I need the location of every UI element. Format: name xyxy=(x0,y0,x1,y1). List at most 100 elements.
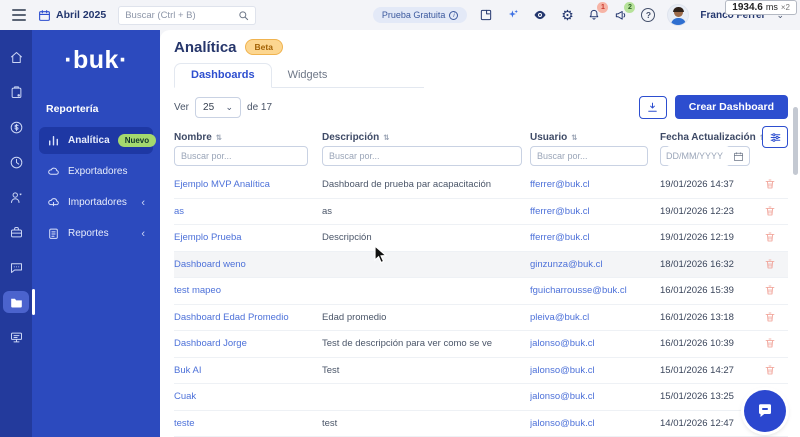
row-usuario[interactable]: pleiva@buk.cl xyxy=(530,312,660,323)
row-nombre[interactable]: Buk AI xyxy=(174,365,322,376)
table-row[interactable]: Dashboard Edad Promedio Edad promedio pl… xyxy=(174,305,788,331)
row-usuario[interactable]: fferrer@buk.cl xyxy=(530,232,660,243)
period-selector[interactable]: Abril 2025 xyxy=(38,9,106,22)
table-row[interactable]: test mapeo fguicharrousse@buk.cl 16/01/2… xyxy=(174,278,788,305)
table-row[interactable]: Ejemplo MVP Analítica Dashboard de prueb… xyxy=(174,172,788,199)
table-row[interactable]: Cuak jalonso@buk.cl 15/01/2026 13:25 xyxy=(174,384,788,411)
table-row[interactable]: Ejemplo Prueba Descripción fferrer@buk.c… xyxy=(174,225,788,252)
trash-icon xyxy=(765,338,774,348)
sliders-icon xyxy=(770,132,780,142)
scrollbar-thumb[interactable] xyxy=(793,107,798,175)
files-folder-icon[interactable] xyxy=(3,289,35,315)
delete-row-button[interactable] xyxy=(764,311,777,324)
delete-row-button[interactable] xyxy=(764,284,777,297)
row-usuario[interactable]: jalonso@buk.cl xyxy=(530,418,660,429)
filter-descripcion-input[interactable] xyxy=(322,146,522,166)
table-row[interactable]: Dashboard Jorge Test de descripción para… xyxy=(174,331,788,358)
column-header-fecha[interactable]: Fecha Actualización ⇅ xyxy=(660,132,766,143)
column-settings-button[interactable] xyxy=(762,126,788,148)
row-nombre[interactable]: test mapeo xyxy=(174,285,322,296)
trash-icon xyxy=(765,232,774,242)
table-row[interactable]: teste test jalonso@buk.cl 14/01/2026 12:… xyxy=(174,411,788,437)
delete-row-button[interactable] xyxy=(764,231,777,244)
column-header-descripcion[interactable]: Descripción ⇅ xyxy=(322,132,530,143)
row-descripcion: Edad promedio xyxy=(322,311,387,323)
chat-fab-button[interactable] xyxy=(744,390,786,432)
delete-row-button[interactable] xyxy=(764,337,777,350)
communication-chat-icon[interactable] xyxy=(3,256,29,278)
visibility-eye-icon[interactable] xyxy=(532,7,548,23)
table-row[interactable]: Buk AI Test jalonso@buk.cl 15/01/2026 14… xyxy=(174,358,788,384)
sidebar-item-exportadores[interactable]: Exportadores xyxy=(39,158,153,185)
trash-icon xyxy=(765,365,774,375)
row-nombre[interactable]: Ejemplo Prueba xyxy=(174,232,322,243)
trash-icon xyxy=(765,179,774,189)
report-document-icon xyxy=(49,228,58,239)
announcements-icon[interactable]: 2 xyxy=(613,2,636,23)
row-usuario[interactable]: jalonso@buk.cl xyxy=(530,365,660,376)
save-icon[interactable] xyxy=(478,7,494,23)
row-nombre[interactable]: Dashboard Jorge xyxy=(174,338,322,349)
hamburger-menu-icon[interactable] xyxy=(12,9,26,21)
create-dashboard-button[interactable]: Crear Dashboard xyxy=(674,95,788,119)
column-header-nombre[interactable]: Nombre ⇅ xyxy=(174,132,322,143)
kiosk-icon[interactable] xyxy=(3,326,29,348)
sidebar-item-label: Analítica xyxy=(68,135,110,146)
filter-nombre-input[interactable] xyxy=(174,146,308,166)
row-fecha: 16/01/2026 15:39 xyxy=(660,285,734,297)
row-usuario[interactable]: ginzunza@buk.cl xyxy=(530,259,660,270)
chevron-down-icon: ⌄ xyxy=(225,101,234,112)
delete-row-button[interactable] xyxy=(764,178,777,191)
tab-widgets[interactable]: Widgets xyxy=(272,64,344,87)
notifications-bell-icon[interactable]: 1 xyxy=(586,2,609,23)
download-button[interactable] xyxy=(638,95,667,119)
row-usuario[interactable]: jalonso@buk.cl xyxy=(530,391,660,402)
module-rail xyxy=(0,30,35,437)
download-icon xyxy=(648,102,658,112)
sidebar-item-importadores[interactable]: Importadores ‹ xyxy=(39,189,153,216)
benefits-briefcase-icon[interactable] xyxy=(3,221,29,243)
cloud-export-icon xyxy=(48,167,59,175)
sidebar-item-reportes[interactable]: Reportes ‹ xyxy=(39,220,153,247)
home-icon[interactable] xyxy=(3,46,29,68)
table-row[interactable]: as as fferrer@buk.cl 19/01/2026 12:23 xyxy=(174,199,788,225)
sort-icon: ⇅ xyxy=(571,132,577,142)
ai-sparkles-icon[interactable] xyxy=(505,7,521,23)
delete-row-button[interactable] xyxy=(764,258,777,271)
delete-row-button[interactable] xyxy=(764,205,777,218)
page-size-select[interactable]: 25 ⌄ xyxy=(195,96,242,118)
performance-overlay: 1934.6 ms ×2 xyxy=(725,0,797,15)
row-descripcion: Test xyxy=(322,364,340,376)
cloud-import-icon xyxy=(48,198,59,207)
row-nombre[interactable]: teste xyxy=(174,418,322,429)
filter-fecha-field[interactable] xyxy=(660,146,750,166)
filter-usuario-input[interactable] xyxy=(530,146,648,166)
remunerations-icon[interactable] xyxy=(3,116,29,138)
row-nombre[interactable]: Ejemplo MVP Analítica xyxy=(174,179,322,190)
row-nombre[interactable]: Dashboard weno xyxy=(174,259,322,270)
row-usuario[interactable]: jalonso@buk.cl xyxy=(530,338,660,349)
sidebar-item-analitica[interactable]: Analítica Nuevo xyxy=(39,127,157,154)
row-nombre[interactable]: Dashboard Edad Promedio xyxy=(174,312,322,323)
table-row[interactable]: Dashboard weno ginzunza@buk.cl 18/01/202… xyxy=(174,251,788,278)
column-header-usuario[interactable]: Usuario ⇅ xyxy=(530,132,660,143)
row-descripcion: test xyxy=(322,417,338,429)
row-nombre[interactable]: Cuak xyxy=(174,391,322,402)
time-clock-icon[interactable] xyxy=(3,151,29,173)
global-search[interactable] xyxy=(118,5,257,25)
talent-person-icon[interactable] xyxy=(3,186,29,208)
row-usuario[interactable]: fferrer@buk.cl xyxy=(530,179,660,190)
search-input[interactable] xyxy=(125,9,239,21)
trial-badge[interactable]: Prueba Gratuita i xyxy=(372,7,468,23)
row-nombre[interactable]: as xyxy=(174,206,322,217)
tab-dashboards[interactable]: Dashboards xyxy=(174,63,272,88)
tasks-clipboard-icon[interactable] xyxy=(3,81,29,103)
settings-gear-icon[interactable]: ⚙ xyxy=(559,7,575,23)
filter-fecha-input[interactable] xyxy=(666,146,730,166)
user-avatar[interactable] xyxy=(667,4,690,26)
row-usuario[interactable]: fguicharrousse@buk.cl xyxy=(530,285,660,296)
delete-row-button[interactable] xyxy=(764,364,777,377)
row-fecha: 15/01/2026 13:25 xyxy=(660,391,734,403)
help-icon[interactable]: ? xyxy=(640,7,656,23)
row-usuario[interactable]: fferrer@buk.cl xyxy=(530,206,660,217)
